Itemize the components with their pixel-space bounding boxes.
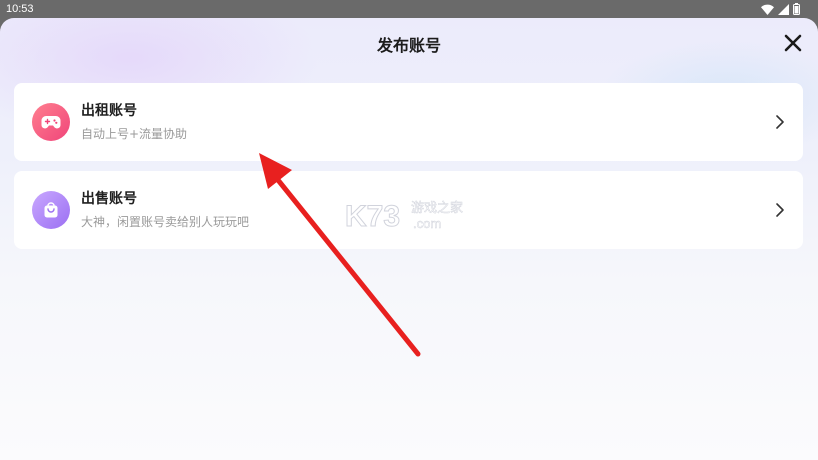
sell-account-icon-badge: [32, 191, 70, 229]
rent-account-title: 出租账号: [81, 103, 137, 119]
svg-text:游戏之家: 游戏之家: [411, 200, 463, 216]
k73-watermark-logo: K73 游戏之家 .com: [345, 200, 463, 234]
signal-icon: [778, 3, 789, 15]
close-button[interactable]: [780, 30, 806, 56]
status-time: 10:53: [6, 3, 34, 15]
status-icons: [761, 3, 800, 15]
wifi-icon: [761, 4, 774, 15]
sheet-title: 发布账号: [376, 36, 441, 55]
gamepad-icon: [41, 116, 61, 129]
chevron-right-icon: [776, 203, 784, 217]
battery-icon: [793, 3, 800, 15]
sell-account-subtitle: 大神，闲置账号卖给别人玩玩吧: [81, 215, 250, 229]
publish-account-sheet: 发布账号 出租账号 自动上号+流量协助 出售账号 大神，闲置账号卖给别人玩玩吧: [0, 18, 818, 460]
svg-text:.com: .com: [413, 216, 441, 231]
rent-account-option[interactable]: 出租账号 自动上号+流量协助: [14, 83, 803, 161]
sell-account-title: 出售账号: [81, 191, 137, 207]
rent-account-icon-badge: [32, 103, 70, 141]
rent-account-subtitle: 自动上号+流量协助: [81, 127, 188, 141]
svg-text:K73: K73: [345, 200, 400, 233]
status-bar: 10:53: [0, 0, 818, 18]
chevron-right-icon: [776, 115, 784, 129]
close-icon: [784, 34, 802, 52]
shopping-bag-icon: [44, 202, 58, 218]
